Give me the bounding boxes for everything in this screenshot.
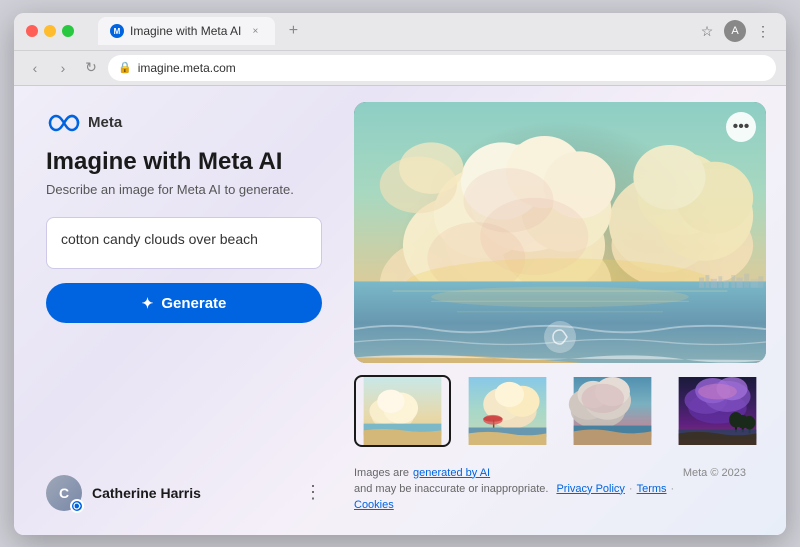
- browser-actions: ☆ A ⋮: [696, 20, 774, 42]
- page-title: Imagine with Meta AI: [46, 148, 322, 177]
- sparkle-icon: ✦: [142, 295, 154, 312]
- thumbnail-4[interactable]: [669, 375, 766, 447]
- tab-close-button[interactable]: ×: [247, 23, 263, 39]
- maximize-traffic-light[interactable]: [62, 25, 74, 37]
- avatar: C: [46, 475, 82, 511]
- traffic-lights: [26, 25, 74, 37]
- meta-logo-icon: [46, 114, 82, 132]
- thumbnail-1[interactable]: [354, 375, 451, 447]
- user-name: Catherine Harris: [92, 485, 294, 501]
- footer-disclaimer2: and may be inaccurate or inappropriate.: [354, 483, 548, 495]
- avatar-badge: [70, 499, 84, 513]
- lock-icon: 🔒: [118, 61, 132, 74]
- footer-terms-link[interactable]: Terms: [637, 483, 667, 495]
- user-menu-button[interactable]: ⋮: [304, 482, 322, 503]
- thumbnails-row: [354, 375, 766, 447]
- footer-separator-1: ·: [629, 483, 633, 495]
- copyright: Meta © 2023: [683, 467, 746, 479]
- minimize-traffic-light[interactable]: [44, 25, 56, 37]
- back-button[interactable]: ‹: [24, 57, 46, 79]
- user-profile-icon[interactable]: A: [724, 20, 746, 42]
- tab-favicon: M: [110, 24, 124, 38]
- main-image-container: •••: [354, 102, 766, 363]
- avatar-initial: C: [59, 485, 69, 501]
- footer-links: Images are generated by AI and may be in…: [354, 467, 683, 511]
- thumbnail-3[interactable]: [564, 375, 661, 447]
- footer-separator-2: ·: [671, 483, 675, 495]
- url-text: imagine.meta.com: [138, 61, 236, 75]
- footer-link-ai[interactable]: generated by AI: [413, 467, 490, 479]
- image-options-button[interactable]: •••: [726, 112, 756, 142]
- active-tab[interactable]: M Imagine with Meta AI ×: [98, 17, 275, 45]
- bookmark-icon[interactable]: ☆: [696, 20, 718, 42]
- thumbnail-2[interactable]: [459, 375, 556, 447]
- generate-button[interactable]: ✦ Generate: [46, 283, 322, 323]
- user-area: C Catherine Harris ⋮: [34, 467, 334, 519]
- address-bar[interactable]: 🔒 imagine.meta.com: [108, 55, 776, 81]
- new-tab-button[interactable]: +: [279, 17, 307, 45]
- prompt-input[interactable]: cotton candy clouds over beach: [46, 217, 322, 269]
- browser-window: M Imagine with Meta AI × + ☆ A ⋮ ‹ › ↻ 🔒…: [14, 13, 786, 535]
- footer-disclaimer: Images are: [354, 467, 409, 479]
- image-watermark: [544, 321, 576, 353]
- tab-bar: M Imagine with Meta AI × +: [90, 13, 682, 50]
- forward-button[interactable]: ›: [52, 57, 74, 79]
- close-traffic-light[interactable]: [26, 25, 38, 37]
- browser-titlebar: M Imagine with Meta AI × + ☆ A ⋮: [14, 13, 786, 51]
- address-bar-row: ‹ › ↻ 🔒 imagine.meta.com: [14, 51, 786, 86]
- footer-cookies-link[interactable]: Cookies: [354, 499, 394, 511]
- footer-privacy-link[interactable]: Privacy Policy: [556, 483, 624, 495]
- meta-logo-text: Meta: [88, 114, 122, 131]
- meta-logo: Meta: [46, 114, 322, 132]
- tab-title: Imagine with Meta AI: [130, 24, 241, 38]
- left-panel: Meta Imagine with Meta AI Describe an im…: [14, 86, 354, 535]
- generate-button-label: Generate: [161, 295, 226, 312]
- right-panel: •••: [354, 86, 786, 535]
- more-options-icon: •••: [733, 118, 750, 136]
- page-subtitle: Describe an image for Meta AI to generat…: [46, 182, 322, 197]
- page-content: Meta Imagine with Meta AI Describe an im…: [14, 86, 786, 535]
- footer: Meta © 2023 Images are generated by AI a…: [354, 459, 766, 519]
- menu-icon[interactable]: ⋮: [752, 20, 774, 42]
- reload-button[interactable]: ↻: [80, 57, 102, 79]
